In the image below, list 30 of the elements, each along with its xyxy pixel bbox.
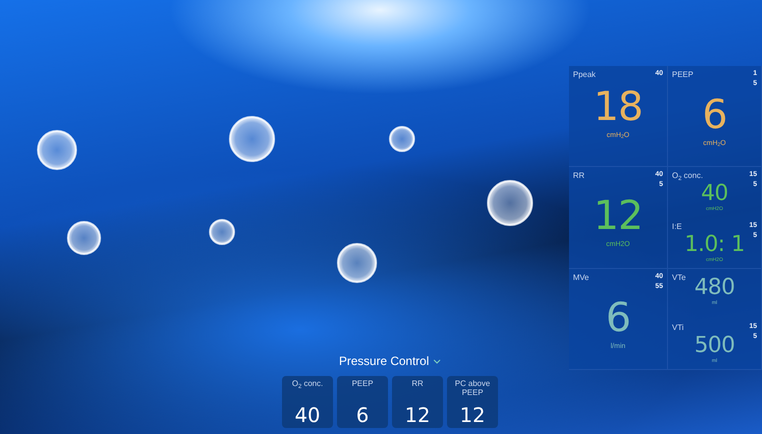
setting-label: O$_{2}$ conc. (291, 379, 324, 388)
chevron-down-icon (433, 358, 442, 364)
parameter-label: PEEP (672, 69, 694, 81)
parameter-value: 12 (594, 194, 642, 238)
setting-button[interactable]: PC above PEEP 12 (447, 376, 498, 428)
setting-label: PEEP (350, 379, 374, 388)
setting-label: PC above PEEP (454, 379, 492, 397)
parameter-label: RR (573, 170, 585, 182)
parameter-value: 1.0: 1 (684, 232, 745, 256)
parameter-label: VTe (672, 272, 686, 284)
parameter-value: 480 (694, 276, 735, 300)
setting-label: RR (410, 379, 424, 388)
parameter-label: I:E (672, 220, 682, 232)
parameter-label: Ppeak (573, 69, 596, 81)
setting-button[interactable]: RR 12 (392, 376, 443, 428)
parameter-value: 18 (594, 85, 642, 129)
setting-value: 12 (404, 404, 430, 426)
setting-value: 40 (294, 404, 320, 426)
parameter-value: 40 (701, 182, 728, 206)
setting-value: 6 (356, 404, 369, 426)
mode-selector[interactable]: Pressure Control (338, 352, 442, 370)
parameter-value: 6 (606, 296, 630, 340)
parameter-value: 6 (702, 93, 727, 137)
setting-button[interactable]: PEEP 6 (337, 376, 388, 428)
parameter-label: MVe (573, 272, 590, 284)
setting-value: 12 (460, 404, 486, 426)
parameter-label: VTi (672, 322, 684, 334)
parameter-label: O$_{2}$ conc. (672, 170, 703, 182)
setting-button[interactable]: O$_{2}$ conc. 40 (282, 376, 333, 428)
parameter-value: 500 (694, 334, 735, 358)
